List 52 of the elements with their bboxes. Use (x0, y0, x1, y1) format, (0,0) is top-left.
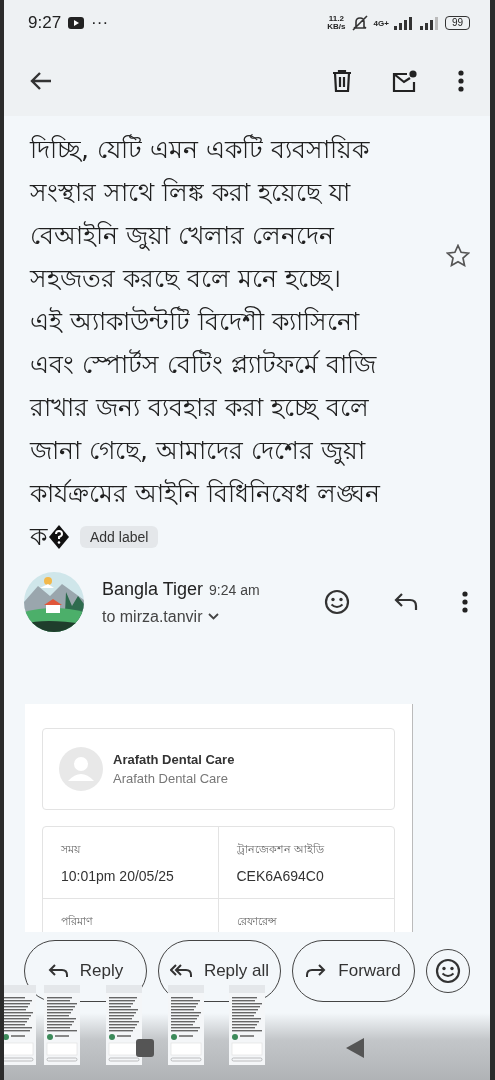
mail-unread-icon[interactable] (392, 70, 418, 92)
field-label: পরিমাণ (61, 914, 94, 929)
reply-icon[interactable] (394, 593, 418, 611)
field-label: সময় (61, 842, 82, 857)
body-text-line: ক (30, 521, 47, 553)
body-text-line: এবং স্পোর্টস বেটিং প্ল্যাটফর্মে বাজি (30, 348, 378, 381)
screenshot-thumbnail-toast[interactable] (44, 985, 80, 1065)
video-app-icon (68, 17, 85, 29)
body-text-line: জানা গেছে, আমাদের দেশের জুয়া (30, 435, 367, 468)
merchant-subtitle: Arafath Dental Care (113, 771, 229, 786)
sent-time: 9:24 am (209, 581, 260, 598)
body-text-line: সংস্থার সাথে লিঙ্ক করা হয়েছে যা (30, 177, 352, 209)
muted-bell-icon (350, 15, 369, 31)
sender-name: Bangla Tiger (102, 578, 204, 600)
screenshot-thumbnail-toast[interactable] (106, 985, 142, 1065)
body-text-line: রাখার জন্য ব্যবহার করা হচ্ছে বলে (30, 392, 370, 424)
emoji-icon (435, 958, 461, 984)
unknown-character-icon (48, 523, 70, 550)
screenshot-thumbnail-toast[interactable] (4, 985, 36, 1065)
clock: 9:27 (28, 13, 62, 33)
screenshot-thumbnail-toast[interactable] (168, 985, 204, 1065)
delete-icon[interactable] (332, 70, 352, 92)
more-icon[interactable] (462, 591, 468, 613)
recipient-text[interactable]: to mirza.tanvir (102, 607, 203, 626)
overflow-dots: ··· (91, 13, 109, 33)
chevron-down-icon[interactable] (208, 613, 220, 620)
field-value: 10:01pm 20/05/25 (61, 868, 175, 884)
back-icon[interactable] (30, 72, 52, 90)
body-text-line: কার্যক্রমের আইনি বিধিনিষেধ লঙ্ঘন (30, 478, 380, 510)
body-text-line: সহজতর করছে বলে মনে হচ্ছে। (30, 263, 342, 295)
add-label-chip[interactable]: Add label (80, 525, 159, 548)
star-icon[interactable] (446, 244, 470, 267)
screenshot-tray-toast[interactable] (4, 985, 490, 1080)
field-label: রেফারেন্স (236, 914, 278, 929)
battery-level: 99 (444, 16, 470, 30)
merchant-name: Arafath Dental Care (113, 752, 235, 767)
back-nav-icon[interactable] (346, 1038, 364, 1058)
reply-icon (47, 964, 68, 978)
body-text-line: এই অ্যাকাউন্টটি বিদেশী ক্যাসিনো (30, 305, 361, 338)
forward-icon (306, 964, 327, 978)
network-type: 4G+ (373, 18, 389, 28)
more-icon[interactable] (458, 70, 464, 92)
reply-all-icon (169, 964, 192, 978)
body-text-line: বেআইনি জুয়া খেলার লেনদেন (30, 220, 336, 253)
body-text-line: দিচ্ছি, যেটি এমন একটি ব্যবসায়িক (30, 133, 371, 166)
screenshot-thumbnail-toast[interactable] (229, 985, 265, 1065)
field-label: ট্রানজেকশন আইডি (236, 842, 325, 857)
signal-icon (393, 16, 440, 30)
avatar (24, 572, 84, 632)
field-value: CEK6A694C0 (236, 868, 325, 884)
network-speed: 11.2 KB/s (327, 15, 346, 31)
emoji-icon[interactable] (324, 589, 350, 615)
